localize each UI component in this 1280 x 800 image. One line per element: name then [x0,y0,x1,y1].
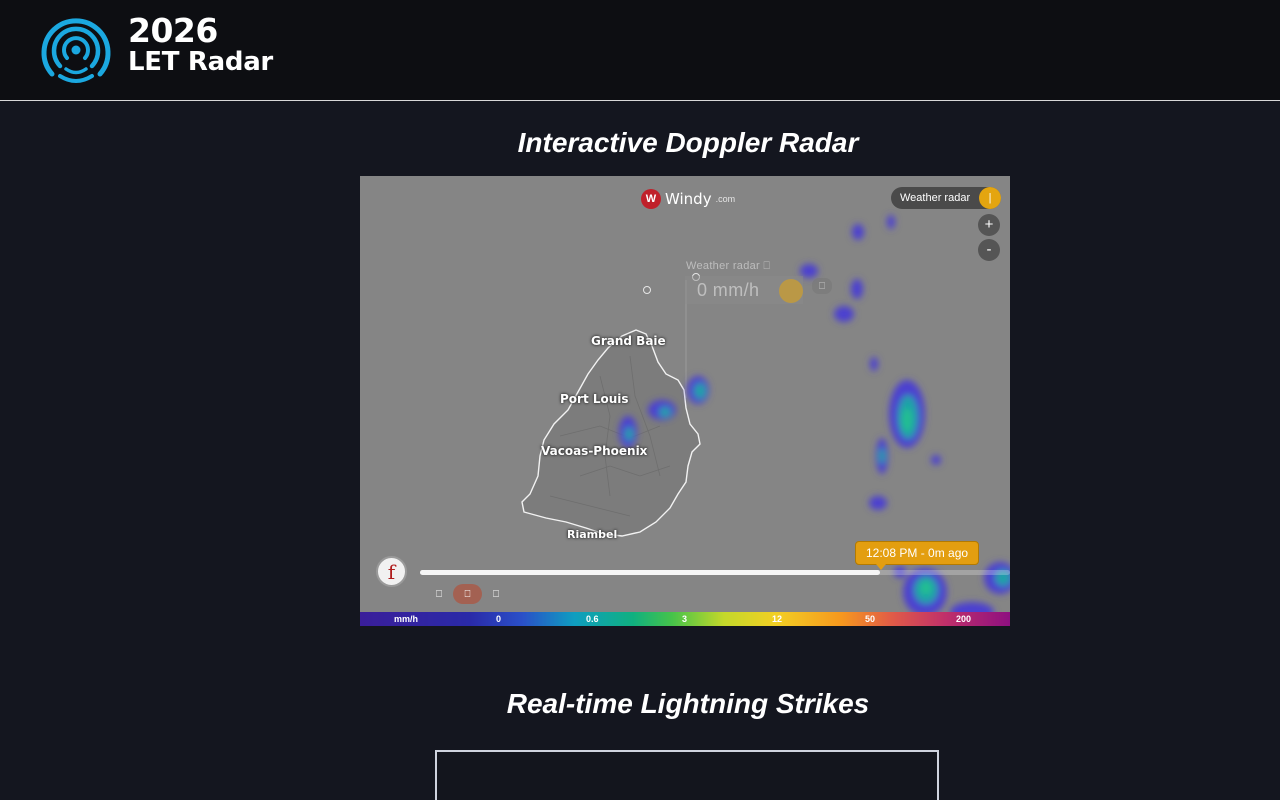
windy-brand-name: Windy [665,190,712,208]
zoom-out-button[interactable]: - [978,239,1000,261]
picker-close-icon[interactable]: ⎕ [812,278,832,294]
legend-tick: 0 [496,614,502,624]
play-pause-button[interactable]: ⎕ [453,584,482,604]
radar-section-title: Interactive Doppler Radar [517,127,859,158]
timeline-progress [420,570,881,575]
logo-name: LET Radar [128,47,273,77]
picker-value: 0 mm/h [697,280,760,300]
site-logo[interactable]: 2026 LET Radar [38,8,278,88]
legend-tick: 200 [956,614,972,624]
city-label-grand-baie: Grand Baie [591,334,666,348]
site-header: 2026 LET Radar [0,0,1280,101]
play-button[interactable]: f [376,556,407,587]
lightning-section-title: Real-time Lightning Strikes [506,688,870,719]
previous-frame-button[interactable]: ⎕ [432,584,446,604]
layer-selector[interactable]: Weather radar | [891,187,1001,209]
windy-brand[interactable]: W Windy .com [641,188,735,210]
radar-map[interactable]: W Windy .com Weather radar | + - Weather … [360,176,1010,626]
layer-toggle-icon[interactable]: | [979,187,1001,209]
windy-brand-tld: .com [715,194,736,204]
logo-year: 2026 [128,11,218,50]
legend-tick: 3 [682,614,688,624]
picker-drag-handle[interactable] [779,279,803,303]
next-frame-button[interactable]: ⎕ [489,584,503,604]
legend-tick: 0.6 [586,614,599,624]
windy-logo-icon: W [641,189,661,209]
timeline-track[interactable] [420,570,1010,575]
timeline-time-label[interactable]: 12:08 PM - 0m ago [855,541,980,570]
zoom-in-button[interactable]: + [978,214,1000,236]
city-label-riambel: Riambel [567,528,618,541]
legend-tick: 12 [772,614,783,624]
island-shape [521,329,701,537]
radar-signal-icon [41,18,111,83]
legend-tick: 50 [865,614,876,624]
city-label-port-louis: Port Louis [560,392,629,406]
city-label-vacoas-phoenix: Vacoas-Phoenix [541,444,648,458]
picker-label: Weather radar ⎕ [686,260,771,272]
logo-text: 2026 LET Radar [128,14,273,75]
lightning-map-frame[interactable] [435,750,939,800]
layer-label: Weather radar [900,192,971,204]
legend-unit: mm/h [394,614,419,624]
precipitation-legend: mm/h 0 0.6 3 12 50 200 [360,612,1010,626]
